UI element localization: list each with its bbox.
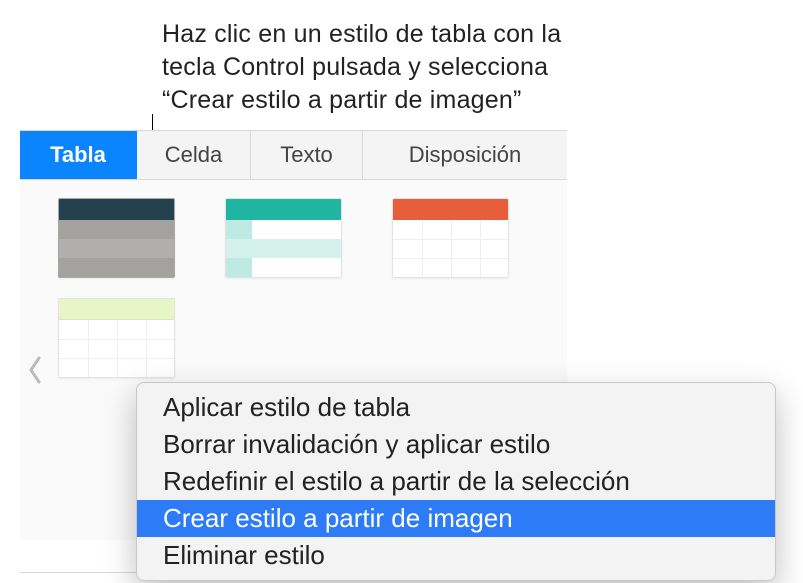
- menu-clear-and-apply-label: Borrar invalidación y aplicar estilo: [163, 429, 550, 459]
- thumb-body: [59, 220, 174, 277]
- table-style-thumb-3[interactable]: [392, 198, 509, 278]
- tab-disposicion-label: Disposición: [409, 142, 522, 168]
- menu-apply-style-label: Aplicar estilo de tabla: [163, 392, 410, 422]
- table-style-row-1: [58, 198, 547, 278]
- table-style-context-menu: Aplicar estilo de tabla Borrar invalidac…: [136, 382, 776, 581]
- menu-clear-and-apply[interactable]: Borrar invalidación y aplicar estilo: [137, 426, 775, 463]
- styles-prev-button[interactable]: [20, 350, 50, 390]
- table-style-thumb-4[interactable]: [58, 298, 175, 378]
- thumb-body: [59, 320, 174, 377]
- menu-create-from-image-label: Crear estilo a partir de imagen: [163, 503, 513, 533]
- thumb-header: [393, 199, 508, 220]
- callout-line-1: Haz clic en un estilo de tabla con la: [162, 18, 561, 51]
- tab-tabla-label: Tabla: [50, 142, 106, 168]
- menu-create-style-from-image[interactable]: Crear estilo a partir de imagen: [137, 500, 775, 537]
- callout-line-3: “Crear estilo a partir de imagen”: [162, 84, 561, 117]
- callout-line-2: tecla Control pulsada y selecciona: [162, 51, 561, 84]
- table-style-thumb-1[interactable]: [58, 198, 175, 278]
- menu-redefine-from-selection[interactable]: Redefinir el estilo a partir de la selec…: [137, 463, 775, 500]
- tab-celda[interactable]: Celda: [137, 131, 251, 179]
- tab-celda-label: Celda: [165, 142, 222, 168]
- menu-delete-style[interactable]: Eliminar estilo: [137, 537, 775, 574]
- menu-delete-style-label: Eliminar estilo: [163, 540, 325, 570]
- tab-texto[interactable]: Texto: [251, 131, 363, 179]
- chevron-left-icon: [27, 356, 43, 384]
- table-style-thumb-2[interactable]: [225, 198, 342, 278]
- tab-tabla[interactable]: Tabla: [20, 131, 137, 179]
- tab-disposicion[interactable]: Disposición: [363, 131, 567, 179]
- inspector-tab-row: Tabla Celda Texto Disposición: [20, 131, 567, 180]
- menu-redefine-label: Redefinir el estilo a partir de la selec…: [163, 466, 630, 496]
- table-style-row-2: [58, 298, 547, 378]
- menu-apply-style[interactable]: Aplicar estilo de tabla: [137, 389, 775, 426]
- thumb-body: [393, 220, 508, 277]
- thumb-header: [226, 199, 341, 220]
- thumb-header: [59, 199, 174, 220]
- thumb-header: [59, 299, 174, 320]
- thumb-body: [226, 220, 341, 277]
- tab-texto-label: Texto: [280, 142, 333, 168]
- callout-text: Haz clic en un estilo de tabla con la te…: [162, 18, 561, 117]
